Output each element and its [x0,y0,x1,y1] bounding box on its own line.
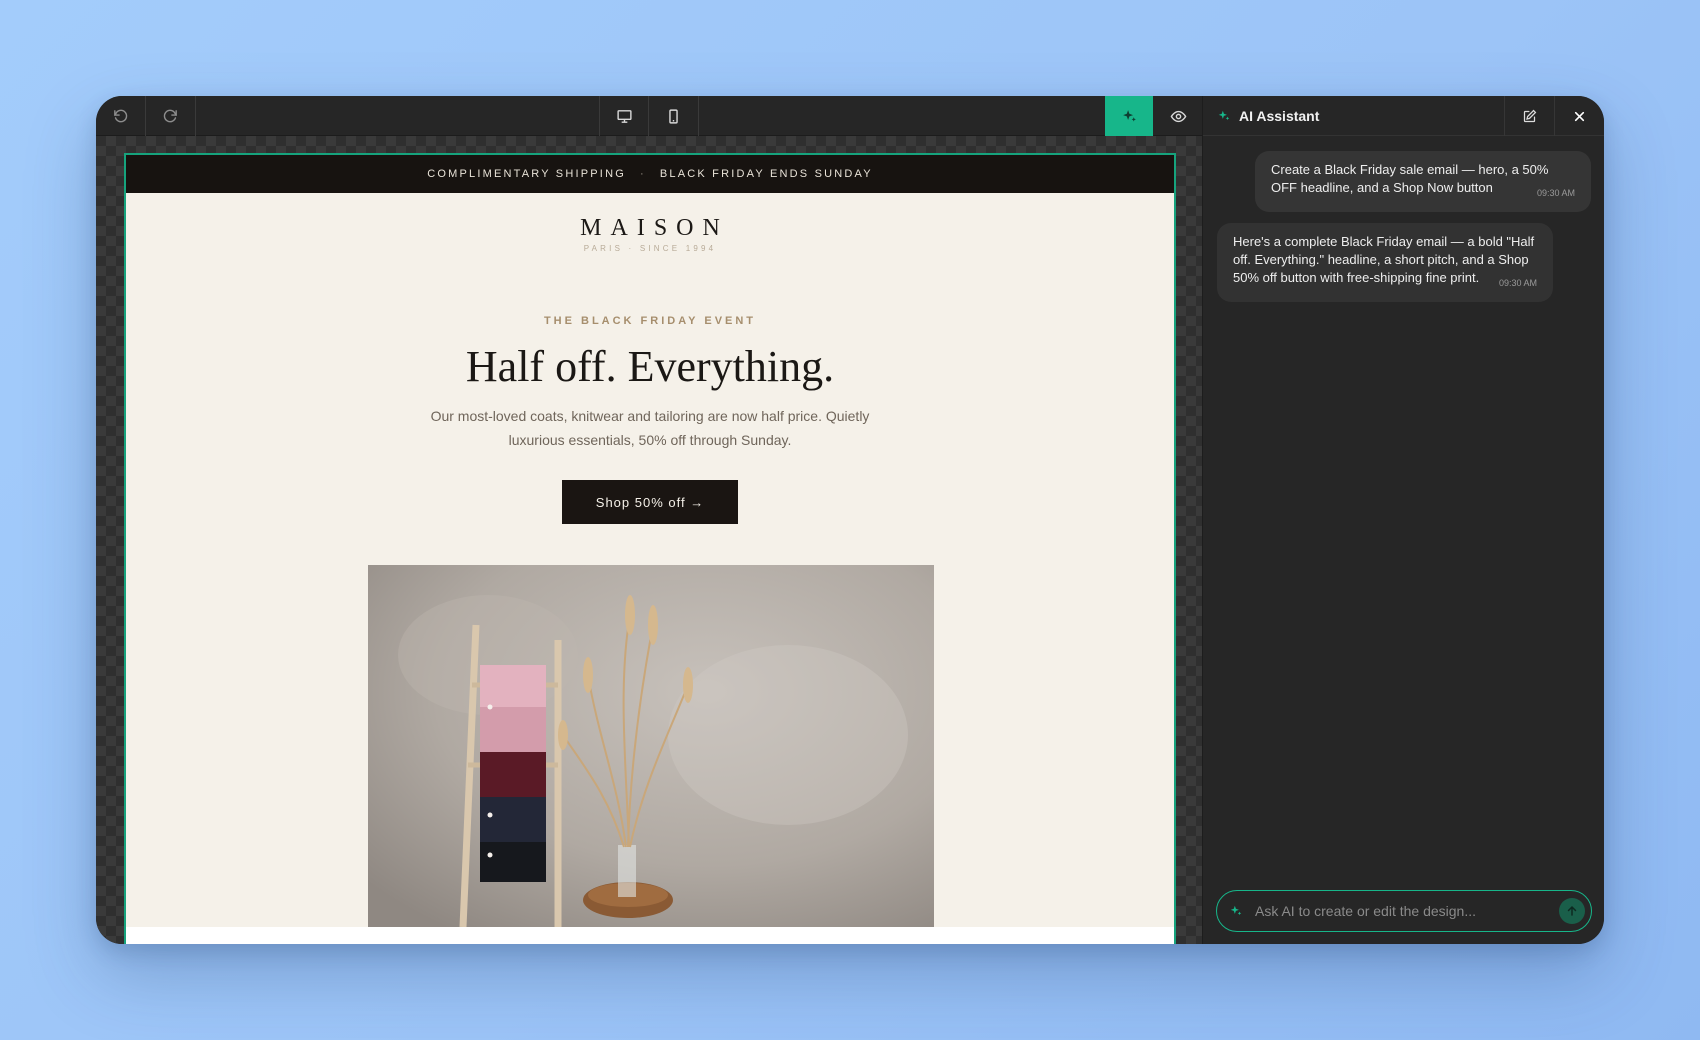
app-window: COMPLIMENTARY SHIPPING · BLACK FRIDAY EN… [96,96,1604,944]
message-text: Create a Black Friday sale email — hero,… [1271,162,1549,195]
desktop-icon [616,109,632,123]
hero-headline: Half off. Everything. [465,342,835,391]
email-preview[interactable]: COMPLIMENTARY SHIPPING · BLACK FRIDAY EN… [124,153,1176,944]
shop-now-button[interactable]: Shop 50% off → [562,480,738,524]
send-icon [1567,905,1577,916]
hero-pitch: Our most-loved coats, knitwear and tailo… [430,408,870,448]
sparkle-icon [1122,109,1136,121]
chat-input[interactable] [1255,903,1545,919]
mobile-view-button[interactable] [649,96,699,136]
brand-tagline: PARIS · SINCE 1994 [583,244,717,253]
message-time: 09:30 AM [1498,278,1537,288]
panel-header: AI Assistant [1203,96,1604,136]
preview-button[interactable] [1153,96,1203,136]
panel-title: AI Assistant [1239,107,1320,124]
send-button[interactable] [1559,898,1585,924]
email-footer-strip [126,927,1174,944]
close-icon [1574,111,1585,121]
sparkle-icon [1218,110,1230,120]
message-time: 09:30 AM [1536,188,1575,198]
redo-icon [163,109,177,122]
brand-name: MAISON [580,215,729,241]
message-text: Here's a complete Black Friday email — a… [1233,234,1535,285]
assistant-message: Here's a complete Black Friday email — a… [1217,223,1553,302]
announcement-right: BLACK FRIDAY ENDS SUNDAY [659,168,873,180]
editor-toolbar [96,96,1202,136]
brand-logo: MAISON PARIS · SINCE 1994 [126,215,1174,253]
hero-eyebrow: THE BLACK FRIDAY EVENT [543,315,757,327]
hero-image [368,565,934,927]
design-canvas[interactable]: COMPLIMENTARY SHIPPING · BLACK FRIDAY EN… [96,136,1202,944]
sparkle-icon [1230,905,1242,916]
undo-button[interactable] [96,96,146,136]
announcement-separator: · [639,168,646,180]
editor-area: COMPLIMENTARY SHIPPING · BLACK FRIDAY EN… [96,96,1202,944]
mobile-icon [669,108,678,124]
edit-icon [1523,109,1537,122]
redo-button[interactable] [146,96,196,136]
ai-assistant-toggle[interactable] [1105,96,1153,136]
undo-icon [114,109,128,122]
desktop-view-button[interactable] [599,96,649,136]
user-message: Create a Black Friday sale email — hero,… [1255,151,1591,212]
close-panel-button[interactable] [1554,96,1604,136]
eye-icon [1170,110,1186,122]
announcement-left: COMPLIMENTARY SHIPPING [427,168,626,180]
ai-assistant-panel: AI Assistant Create a Black Friday sale … [1202,96,1604,944]
announcement-bar: COMPLIMENTARY SHIPPING · BLACK FRIDAY EN… [126,155,1174,193]
new-chat-button[interactable] [1504,96,1554,136]
chat-composer [1216,890,1592,932]
